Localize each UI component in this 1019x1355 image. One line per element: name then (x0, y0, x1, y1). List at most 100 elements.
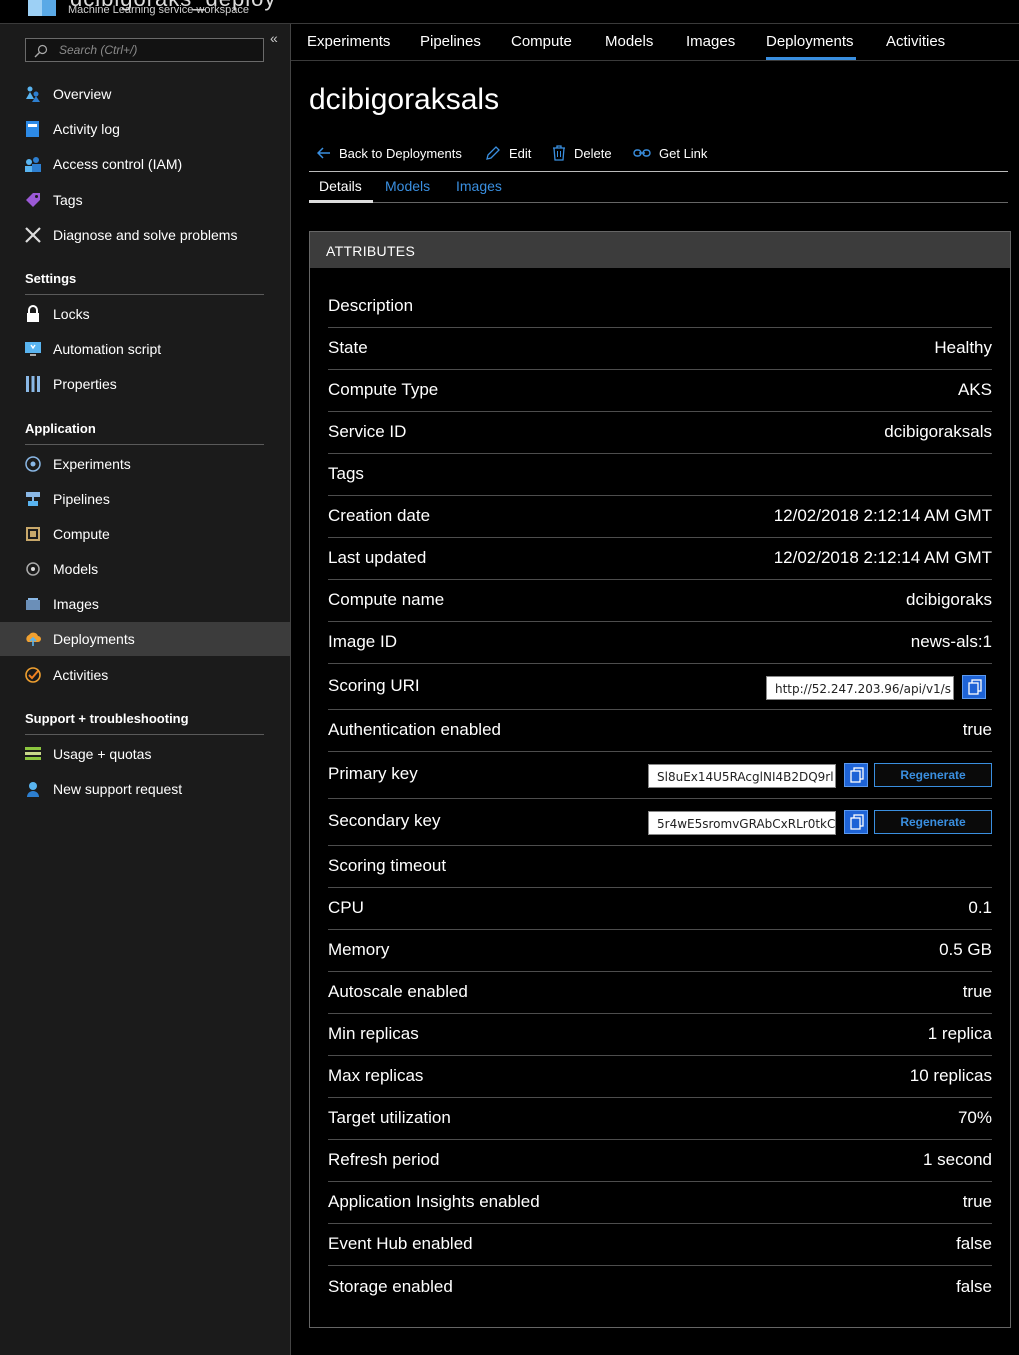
get-link-button[interactable]: Get Link (633, 140, 707, 166)
attribute-row-event-hub-enabled: Event Hub enabled false (328, 1224, 992, 1266)
sidebar-item-tags[interactable]: Tags (0, 183, 290, 217)
attribute-value: true (962, 982, 992, 1001)
attribute-key: Compute Type (328, 380, 439, 399)
attribute-row-target-utilization: Target utilization 70% (328, 1098, 992, 1140)
attribute-key: Tags (328, 464, 364, 483)
attribute-row-primary-key: Primary key Sl8uEx14U5RAcglNI4B2DQ9rl Re… (328, 752, 992, 799)
subtab-details[interactable]: Details (319, 178, 362, 194)
sidebar-item-label: Deployments (53, 631, 135, 647)
sidebar-item-overview[interactable]: Overview (0, 77, 290, 111)
application-section-header: Application (25, 421, 96, 436)
sidebar-item-iam[interactable]: Access control (IAM) (0, 147, 290, 181)
attribute-value: 10 replicas (909, 1066, 992, 1085)
tab-images[interactable]: Images (686, 33, 735, 50)
regenerate-secondary-key-button[interactable]: Regenerate (874, 810, 992, 834)
attribute-row-storage-enabled: Storage enabled false (328, 1266, 992, 1308)
sidebar-item-diagnose[interactable]: Diagnose and solve problems (0, 218, 290, 252)
attribute-value: 1 replica (927, 1024, 992, 1043)
attributes-card: ATTRIBUTES Description State Healthy Com… (309, 231, 1011, 1328)
sidebar-item-experiments[interactable]: Experiments (0, 447, 290, 481)
attribute-value: Healthy (934, 338, 992, 357)
attribute-key: Scoring timeout (328, 856, 447, 875)
attribute-key: Image ID (328, 632, 397, 651)
tab-activities[interactable]: Activities (886, 33, 945, 50)
link-icon (633, 149, 651, 157)
usage-quotas-icon (25, 747, 41, 760)
sidebar-item-label: Tags (53, 192, 83, 208)
subtab-models[interactable]: Models (385, 178, 430, 194)
copy-secondary-key-button[interactable] (844, 810, 868, 834)
attributes-header: ATTRIBUTES (310, 232, 1010, 268)
top-tab-bar: Experiments Pipelines Compute Models Ima… (291, 24, 1019, 61)
edit-button[interactable]: Edit (485, 140, 531, 166)
support-section-header: Support + troubleshooting (25, 711, 189, 726)
attribute-value: true (962, 720, 992, 739)
workspace-header: dcibigoraks_deploy Machine Learning serv… (0, 0, 1019, 24)
attribute-row-autoscale-enabled: Autoscale enabled true (328, 972, 992, 1014)
sidebar-item-compute[interactable]: Compute (0, 517, 290, 551)
attribute-value: false (956, 1234, 992, 1253)
attribute-row-tags: Tags (328, 454, 992, 496)
sidebar-item-automation-script[interactable]: Automation script (0, 332, 290, 366)
attribute-key: Secondary key (328, 811, 441, 830)
support-request-icon (27, 782, 39, 797)
sidebar-item-activities[interactable]: Activities (0, 658, 290, 692)
attribute-value: dcibigoraks (906, 590, 992, 609)
regenerate-primary-key-button[interactable]: Regenerate (874, 763, 992, 787)
attribute-key: Last updated (328, 548, 427, 567)
sidebar-item-label: Activities (53, 667, 109, 683)
sidebar-item-label: Access control (IAM) (53, 156, 183, 172)
attribute-key: Autoscale enabled (328, 982, 468, 1001)
attribute-value: dcibigoraksals (884, 422, 992, 441)
tab-pipelines[interactable]: Pipelines (420, 33, 481, 50)
attribute-value: 12/02/2018 2:12:14 AM GMT (773, 548, 992, 567)
subtab-images[interactable]: Images (456, 178, 502, 194)
search-input[interactable]: Search (Ctrl+/) (25, 38, 264, 62)
primary-key-field[interactable]: Sl8uEx14U5RAcglNI4B2DQ9rl (648, 764, 836, 788)
copy-icon (850, 814, 864, 830)
attribute-row-refresh-period: Refresh period 1 second (328, 1140, 992, 1182)
tab-models[interactable]: Models (605, 33, 653, 50)
sidebar-item-models[interactable]: Models (0, 552, 290, 586)
pipelines-icon (26, 492, 40, 506)
attribute-value: news-als:1 (910, 632, 992, 651)
attribute-row-app-insights-enabled: Application Insights enabled true (328, 1182, 992, 1224)
attribute-row-state: State Healthy (328, 328, 992, 370)
attribute-row-description: Description (328, 286, 992, 328)
sidebar-item-new-support-request[interactable]: New support request (0, 772, 290, 806)
sidebar-item-activity-log[interactable]: Activity log (0, 112, 290, 146)
sidebar-item-pipelines[interactable]: Pipelines (0, 482, 290, 516)
attribute-key: State (328, 338, 368, 357)
attribute-value: AKS (957, 380, 992, 399)
back-to-deployments-button[interactable]: Back to Deployments (317, 140, 462, 166)
sidebar-item-label: Diagnose and solve problems (53, 227, 238, 243)
sidebar-item-locks[interactable]: Locks (0, 297, 290, 331)
attribute-row-cpu: CPU 0.1 (328, 888, 992, 930)
tab-deployments[interactable]: Deployments (766, 33, 854, 50)
copy-scoring-uri-button[interactable] (962, 675, 986, 699)
delete-label: Delete (574, 145, 612, 161)
attribute-row-memory: Memory 0.5 GB (328, 930, 992, 972)
sidebar-item-properties[interactable]: Properties (0, 367, 290, 401)
secondary-key-field[interactable]: 5r4wE5sromvGRAbCxRLr0tkC (648, 811, 836, 835)
attribute-key: Scoring URI (328, 676, 420, 695)
sidebar-item-images[interactable]: Images (0, 587, 290, 621)
sidebar-item-deployments[interactable]: Deployments (0, 622, 290, 656)
attribute-key: Memory (328, 940, 390, 959)
workspace-subtitle: Machine Learning service workspace (68, 4, 249, 16)
images-icon (26, 598, 40, 610)
attribute-key: Primary key (328, 764, 418, 783)
copy-primary-key-button[interactable] (844, 763, 868, 787)
tab-experiments[interactable]: Experiments (307, 33, 390, 50)
sidebar-item-usage-quotas[interactable]: Usage + quotas (0, 737, 290, 771)
models-icon (26, 562, 40, 576)
attribute-value: 0.5 GB (939, 940, 992, 959)
settings-section-header: Settings (25, 271, 77, 286)
wrench-icon (25, 227, 41, 243)
delete-button[interactable]: Delete (552, 140, 612, 166)
experiments-icon (25, 456, 41, 472)
sidebar-item-label: Overview (53, 86, 112, 102)
collapse-sidebar-button[interactable]: « (270, 30, 278, 46)
scoring-uri-field[interactable]: http://52.247.203.96/api/v1/s (766, 676, 954, 700)
tab-compute[interactable]: Compute (511, 33, 572, 50)
